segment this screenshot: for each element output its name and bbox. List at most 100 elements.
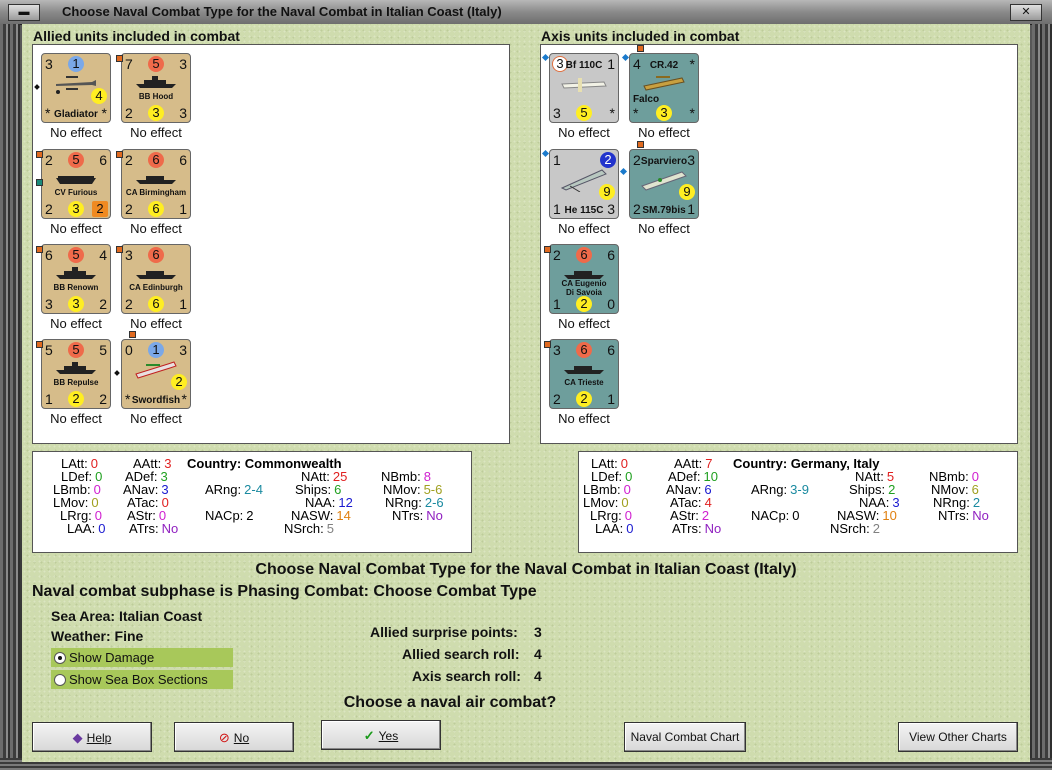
naval-combat-chart-button[interactable]: Naval Combat Chart <box>624 722 746 752</box>
allied-search-value: 4 <box>534 646 542 662</box>
unit-counter[interactable]: 1 2 9 1 He 115C 3 <box>549 149 619 219</box>
stat-atrs: No <box>704 521 722 536</box>
stat-nasw: 14 <box>336 508 351 523</box>
battleship-icon <box>136 76 176 88</box>
show-damage-option[interactable]: Show Damage <box>51 648 233 667</box>
damage-marker-icon <box>637 141 644 148</box>
fighter-plane-icon <box>561 78 607 92</box>
unit-counter[interactable]: 3 1 4 * Gladiator * <box>41 53 111 123</box>
allied-units-label: Allied units included in combat <box>33 28 240 44</box>
allied-unit-swordfish[interactable]: 0 1 3 2 * Swordfish * No effect <box>114 331 191 426</box>
allied-unit-gladiator[interactable]: 3 1 4 * Gladiator * No effect <box>34 53 111 140</box>
unit-effect: No effect <box>50 125 102 140</box>
allied-unit-cv-furious[interactable]: 2 5 6 CV Furious 2 3 2 No effect <box>36 149 111 236</box>
stat-atrs: No <box>161 521 179 536</box>
axis-search-label: Axis search roll: <box>412 668 521 684</box>
axis-units-label: Axis units included in combat <box>541 28 740 44</box>
stat-arng: 2-4 <box>244 482 263 497</box>
no-entry-icon: ⊘ <box>218 730 230 745</box>
unit-effect: No effect <box>638 125 690 140</box>
view-other-charts-button[interactable]: View Other Charts <box>898 722 1018 752</box>
unit-effect: No effect <box>130 316 182 331</box>
allied-unit-bb-renown[interactable]: 6 5 4 BB Renown 3 3 2 No effect <box>36 244 111 331</box>
allied-unit-ca-edinburgh[interactable]: 3 6 CA Edinburgh 2 6 1 No effect <box>116 244 191 331</box>
unit-counter[interactable]: 2 5 6 CV Furious 2 3 2 <box>41 149 111 219</box>
axis-unit-sm79bis[interactable]: 2 Sparviero 3 9 2 SM.79bis 1 No effect <box>629 141 699 236</box>
title-bar[interactable]: ▬ Choose Naval Combat Type for the Naval… <box>0 0 1052 25</box>
unit-name: BB Renown <box>53 283 99 292</box>
unit-counter[interactable]: 6 5 4 BB Renown 3 3 2 <box>41 244 111 314</box>
unit-counter[interactable]: 2 6 6 CA Eugenio Di Savoia 1 2 0 <box>549 244 619 314</box>
unit-effect: No effect <box>50 316 102 331</box>
unit-effect: No effect <box>558 316 610 331</box>
unit-effect: No effect <box>130 125 182 140</box>
unit-effect: No effect <box>558 221 610 236</box>
stat-nsrch: 2 <box>872 521 880 536</box>
unit-counter[interactable]: 3 Bf 110C 1 3 5 * <box>549 53 619 123</box>
unit-counter[interactable]: 5 5 5 BB Repulse 1 2 2 <box>41 339 111 409</box>
stat-ntrs: No <box>426 508 443 523</box>
damage-marker-icon <box>637 45 644 52</box>
axis-unit-he115c[interactable]: 1 2 9 1 He 115C 3 No effect <box>541 149 628 236</box>
damage-marker-icon <box>116 55 123 62</box>
unit-effect: No effect <box>558 411 610 426</box>
unit-subname: Falco <box>632 94 660 105</box>
axis-unit-cr42[interactable]: 4 CR.42 * Falco * 3 * No effect <box>621 45 699 140</box>
unit-counter[interactable]: 3 6 6 CA Trieste 2 2 1 <box>549 339 619 409</box>
unit-name: BB Hood <box>138 92 174 101</box>
axis-stats-panel: LAtt: 0 LDef: 0 LBmb: 0 LMov: 0 LRrg: 0 LAA: 0… <box>578 451 1018 553</box>
unit-effect: No effect <box>638 221 690 236</box>
marker-icon <box>114 370 120 376</box>
sea-area-value: Italian Coast <box>118 608 203 624</box>
cruiser-icon <box>136 176 176 184</box>
surprise-value: 3 <box>534 624 542 640</box>
damage-marker-icon <box>544 246 551 253</box>
unit-name: Swordfish <box>131 395 181 406</box>
unit-counter[interactable]: 0 1 3 2 * Swordfish * <box>121 339 191 409</box>
checkmark-icon: ✓ <box>363 728 375 743</box>
unit-name: BB Repulse <box>53 378 99 387</box>
unit-name: CV Furious <box>54 188 98 197</box>
sea-area-label: Sea Area: <box>51 608 116 624</box>
axis-unit-ca-trieste[interactable]: 3 6 6 CA Trieste 2 2 1 No effect <box>544 339 619 426</box>
no-button[interactable]: ⊘ No <box>174 722 294 752</box>
unit-name: CA Trieste <box>564 378 604 387</box>
stat-laa: 0 <box>626 521 634 536</box>
surprise-label: Allied surprise points: <box>370 624 518 640</box>
allied-unit-bb-repulse[interactable]: 5 5 5 BB Repulse 1 2 2 No effect <box>36 339 111 426</box>
marker-icon <box>34 84 40 90</box>
stat-nacp: 0 <box>792 508 800 523</box>
axis-unit-ca-eugenio[interactable]: 2 6 6 CA Eugenio Di Savoia 1 2 0 No effe… <box>544 244 619 331</box>
unit-counter[interactable]: 7 5 3 BB Hood 2 3 3 <box>121 53 191 123</box>
stat-nacp: 2 <box>246 508 254 523</box>
window-menu-icon[interactable]: ▬ <box>8 4 40 21</box>
left-border <box>0 24 20 764</box>
unit-counter[interactable]: 4 CR.42 * Falco * 3 * <box>629 53 699 123</box>
radio-button[interactable] <box>54 674 66 686</box>
help-button[interactable]: ◆ Help <box>32 722 152 752</box>
marker-icon <box>621 53 630 62</box>
carrier-icon <box>56 176 96 184</box>
unit-counter[interactable]: 2 6 6 CA Birmingham 2 6 1 <box>121 149 191 219</box>
allied-search-label: Allied search roll: <box>402 646 520 662</box>
show-sea-box-option[interactable]: Show Sea Box Sections <box>51 670 233 689</box>
axis-unit-bf110c[interactable]: 3 Bf 110C 1 3 5 * No effect <box>541 53 619 140</box>
close-icon[interactable]: ✕ <box>1010 4 1042 21</box>
unit-counter[interactable]: 3 6 CA Edinburgh 2 6 1 <box>121 244 191 314</box>
marker-icon <box>619 167 628 176</box>
marker-icon <box>541 149 550 158</box>
country-label: Country: <box>733 456 788 471</box>
radio-button[interactable] <box>54 652 66 664</box>
unit-effect: No effect <box>50 411 102 426</box>
unit-counter[interactable]: 2 Sparviero 3 9 2 SM.79bis 1 <box>629 149 699 219</box>
cruiser-icon <box>564 366 604 374</box>
damage-marker-icon <box>36 151 43 158</box>
unit-name: CA Edinburgh <box>129 283 183 292</box>
country-label: Country: <box>187 456 242 471</box>
damage-marker-icon <box>116 246 123 253</box>
allied-unit-ca-birmingham[interactable]: 2 6 6 CA Birmingham 2 6 1 No effect <box>116 149 191 236</box>
window-title: Choose Naval Combat Type for the Naval C… <box>62 4 502 19</box>
allied-unit-bb-hood[interactable]: 7 5 3 BB Hood 2 3 3 No effect <box>116 53 191 140</box>
damage-marker-icon <box>129 331 136 338</box>
yes-button[interactable]: ✓ Yes <box>321 720 441 750</box>
